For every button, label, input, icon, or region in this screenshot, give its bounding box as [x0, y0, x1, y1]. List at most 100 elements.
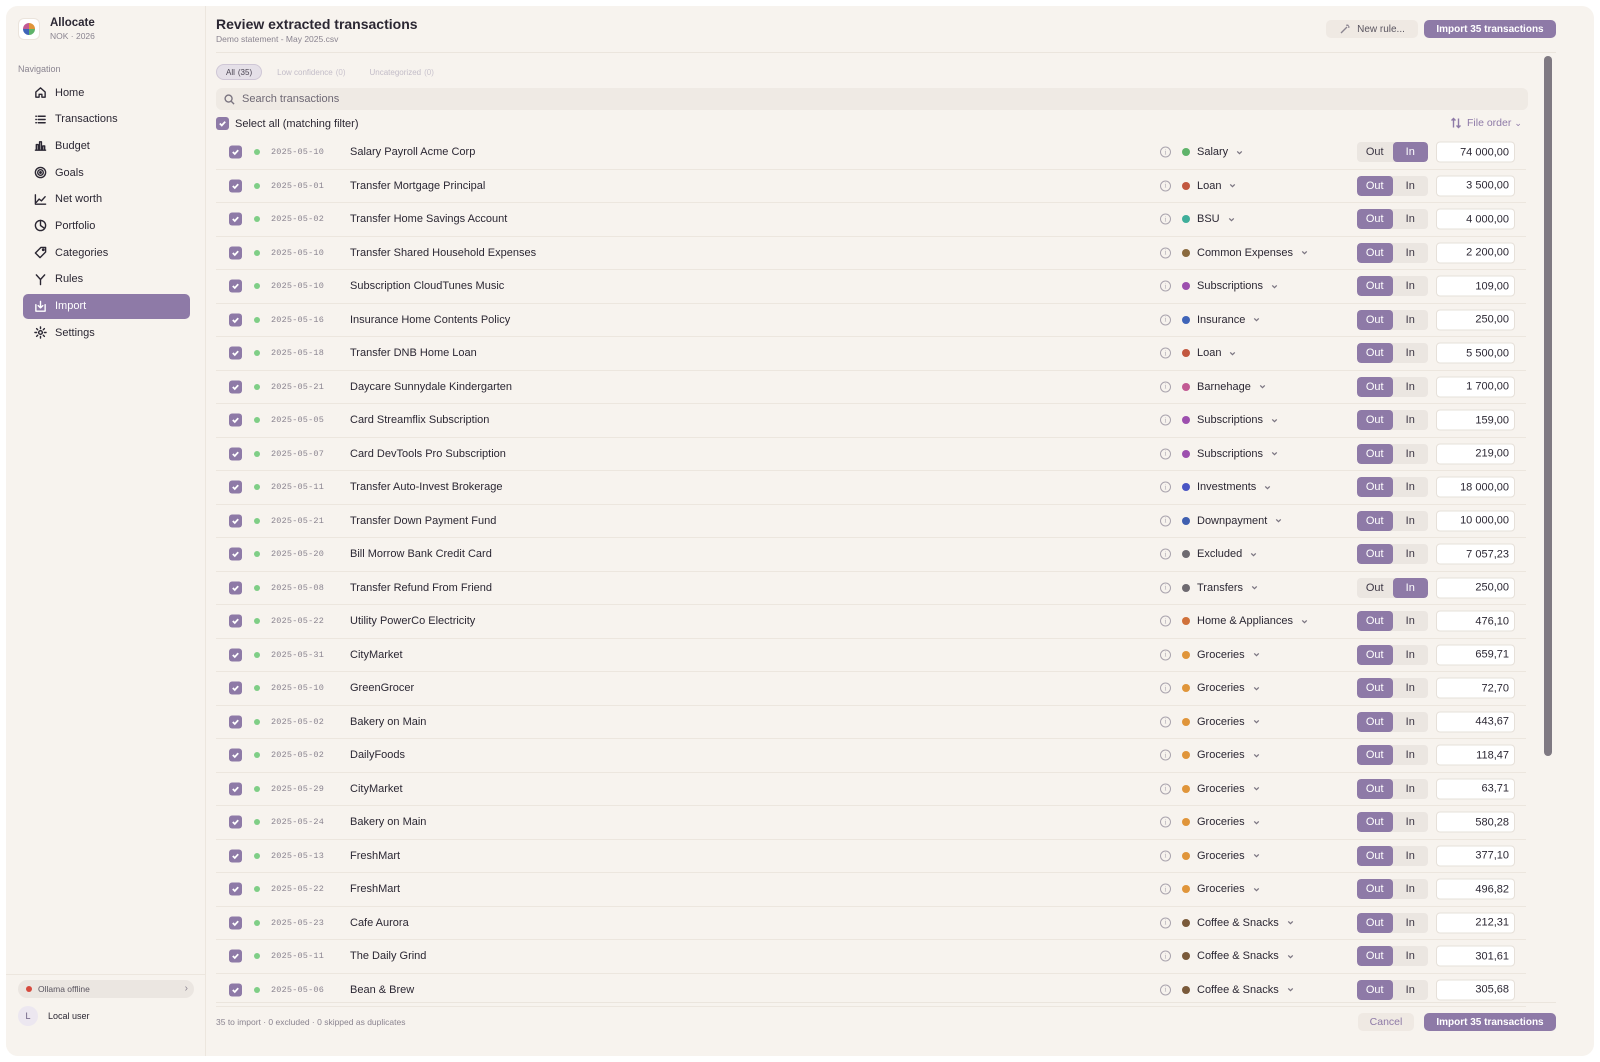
direction-out-option[interactable]: Out: [1357, 209, 1393, 230]
sidebar-item-import[interactable]: Import: [23, 293, 190, 319]
sidebar-item-goals[interactable]: Goals: [23, 160, 190, 185]
direction-out-option[interactable]: Out: [1357, 778, 1393, 799]
direction-out-option[interactable]: Out: [1357, 276, 1393, 297]
select-all-checkbox[interactable]: [216, 117, 229, 130]
category-select[interactable]: Downpayment: [1182, 515, 1283, 527]
row-checkbox[interactable]: [229, 614, 242, 628]
ollama-status[interactable]: Ollama offline ›: [18, 980, 194, 998]
direction-out-option[interactable]: Out: [1357, 812, 1393, 833]
row-checkbox[interactable]: [229, 949, 242, 963]
amount-input[interactable]: 18 000,00: [1436, 476, 1515, 498]
amount-input[interactable]: 659,71: [1436, 644, 1515, 666]
amount-input[interactable]: 250,00: [1436, 309, 1515, 331]
info-icon[interactable]: i: [1160, 481, 1171, 493]
scroll-thumb[interactable]: [1544, 56, 1552, 756]
row-checkbox[interactable]: [229, 815, 242, 829]
amount-input[interactable]: 109,00: [1436, 275, 1515, 297]
info-icon[interactable]: i: [1160, 816, 1171, 828]
direction-out-option[interactable]: Out: [1357, 544, 1393, 565]
direction-out-option[interactable]: Out: [1357, 678, 1393, 699]
info-icon[interactable]: i: [1160, 347, 1171, 359]
direction-out-option[interactable]: Out: [1357, 644, 1393, 665]
amount-input[interactable]: 377,10: [1436, 845, 1515, 867]
import-button-bottom[interactable]: Import 35 transactions: [1424, 1013, 1556, 1031]
category-select[interactable]: Barnehage: [1182, 381, 1267, 393]
row-checkbox[interactable]: [229, 179, 242, 193]
direction-out-option[interactable]: Out: [1357, 979, 1393, 1000]
info-icon[interactable]: i: [1160, 950, 1171, 962]
user-menu[interactable]: L Local user: [18, 1006, 90, 1026]
amount-input[interactable]: 212,31: [1436, 912, 1515, 934]
category-select[interactable]: Groceries: [1182, 850, 1261, 862]
row-checkbox[interactable]: [229, 648, 242, 662]
amount-input[interactable]: 443,67: [1436, 711, 1515, 733]
amount-input[interactable]: 3 500,00: [1436, 175, 1515, 197]
direction-out-option[interactable]: Out: [1357, 376, 1393, 397]
category-select[interactable]: Coffee & Snacks: [1182, 950, 1295, 962]
info-icon[interactable]: i: [1160, 682, 1171, 694]
category-select[interactable]: Coffee & Snacks: [1182, 984, 1295, 996]
row-checkbox[interactable]: [229, 212, 242, 226]
direction-in-option[interactable]: In: [1393, 243, 1429, 263]
direction-out-option[interactable]: Out: [1357, 879, 1393, 900]
direction-in-option[interactable]: In: [1393, 779, 1429, 799]
direction-in-option[interactable]: In: [1393, 712, 1429, 732]
direction-in-option[interactable]: In: [1393, 209, 1429, 229]
info-icon[interactable]: i: [1160, 883, 1171, 895]
direction-in-option[interactable]: In: [1393, 310, 1429, 330]
info-icon[interactable]: i: [1160, 716, 1171, 728]
info-icon[interactable]: i: [1160, 314, 1171, 326]
row-checkbox[interactable]: [229, 782, 242, 796]
row-checkbox[interactable]: [229, 346, 242, 360]
category-select[interactable]: Loan: [1182, 347, 1237, 359]
info-icon[interactable]: i: [1160, 649, 1171, 661]
filter-uncategorized[interactable]: Uncategorized (0): [361, 64, 443, 80]
cancel-button[interactable]: Cancel: [1358, 1013, 1414, 1031]
category-select[interactable]: Groceries: [1182, 649, 1261, 661]
info-icon[interactable]: i: [1160, 548, 1171, 560]
direction-in-option[interactable]: In: [1393, 176, 1429, 196]
row-checkbox[interactable]: [229, 447, 242, 461]
amount-input[interactable]: 1 700,00: [1436, 376, 1515, 398]
category-select[interactable]: Groceries: [1182, 749, 1261, 761]
row-checkbox[interactable]: [229, 715, 242, 729]
info-icon[interactable]: i: [1160, 917, 1171, 929]
amount-input[interactable]: 250,00: [1436, 577, 1515, 599]
category-select[interactable]: Groceries: [1182, 716, 1261, 728]
direction-in-option[interactable]: In: [1393, 276, 1429, 296]
amount-input[interactable]: 4 000,00: [1436, 208, 1515, 230]
info-icon[interactable]: i: [1160, 783, 1171, 795]
info-icon[interactable]: i: [1160, 615, 1171, 627]
direction-in-option[interactable]: In: [1393, 745, 1429, 765]
category-select[interactable]: Loan: [1182, 180, 1237, 192]
direction-out-option[interactable]: Out: [1357, 611, 1393, 632]
amount-input[interactable]: 5 500,00: [1436, 342, 1515, 364]
category-select[interactable]: Common Expenses: [1182, 247, 1309, 259]
amount-input[interactable]: 301,61: [1436, 945, 1515, 967]
filter-all[interactable]: All (35): [216, 64, 263, 80]
info-icon[interactable]: i: [1160, 515, 1171, 527]
direction-in-option[interactable]: In: [1393, 410, 1429, 430]
row-checkbox[interactable]: [229, 313, 242, 327]
direction-out-option[interactable]: Out: [1357, 578, 1393, 598]
category-select[interactable]: Investments: [1182, 481, 1272, 493]
direction-out-option[interactable]: Out: [1357, 343, 1393, 364]
category-select[interactable]: Salary: [1182, 146, 1244, 158]
direction-out-option[interactable]: Out: [1357, 711, 1393, 732]
row-checkbox[interactable]: [229, 246, 242, 260]
direction-in-option[interactable]: In: [1393, 812, 1429, 832]
direction-in-option[interactable]: In: [1393, 913, 1429, 933]
row-checkbox[interactable]: [229, 279, 242, 293]
amount-input[interactable]: 72,70: [1436, 677, 1515, 699]
row-checkbox[interactable]: [229, 983, 242, 997]
info-icon[interactable]: i: [1160, 582, 1171, 594]
info-icon[interactable]: i: [1160, 280, 1171, 292]
brand[interactable]: Allocate NOK · 2026: [18, 14, 95, 44]
direction-out-option[interactable]: Out: [1357, 443, 1393, 464]
sidebar-item-rules[interactable]: Rules: [23, 267, 190, 292]
direction-in-option[interactable]: In: [1393, 377, 1429, 397]
row-checkbox[interactable]: [229, 849, 242, 863]
info-icon[interactable]: i: [1160, 448, 1171, 460]
info-icon[interactable]: i: [1160, 180, 1171, 192]
category-select[interactable]: Home & Appliances: [1182, 615, 1309, 627]
